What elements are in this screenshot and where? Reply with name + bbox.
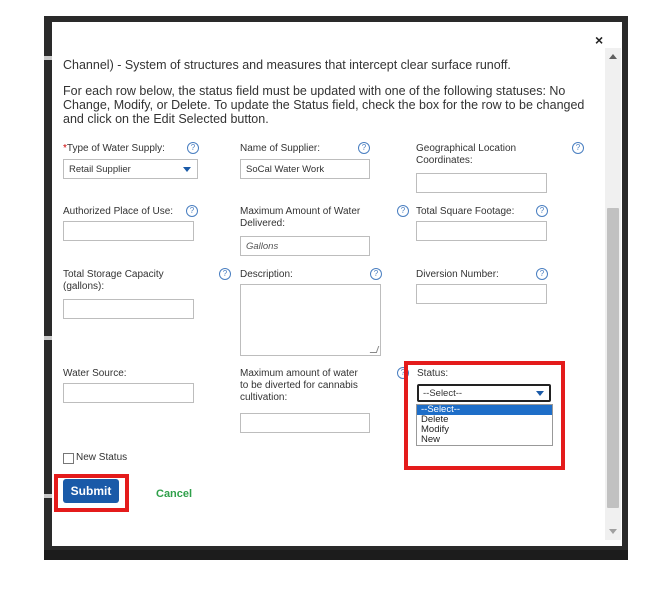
name-of-supplier-label: Name of Supplier: bbox=[240, 143, 321, 154]
help-icon[interactable]: ? bbox=[370, 268, 382, 280]
geo-location-label: Geographical Location Coordinates: bbox=[416, 143, 517, 166]
max-amount-cannabis-label: Maximum amount of water to be diverted f… bbox=[240, 368, 358, 403]
water-source-label: Water Source: bbox=[63, 368, 127, 379]
authorized-place-input[interactable] bbox=[63, 221, 194, 241]
new-status-checkbox[interactable] bbox=[63, 453, 74, 464]
help-icon[interactable]: ? bbox=[187, 142, 199, 154]
name-of-supplier-input[interactable]: SoCal Water Work bbox=[240, 159, 370, 179]
scroll-down-arrow-icon[interactable] bbox=[609, 529, 617, 534]
diversion-number-label: Diversion Number: bbox=[416, 269, 499, 280]
status-highlight-box bbox=[404, 361, 565, 470]
chevron-down-icon bbox=[183, 167, 191, 172]
help-icon[interactable]: ? bbox=[219, 268, 231, 280]
help-icon[interactable]: ? bbox=[358, 142, 370, 154]
total-storage-capacity-label: Total Storage Capacity (gallons): bbox=[63, 269, 164, 292]
modal-dialog: × Channel) - System of structures and me… bbox=[52, 22, 622, 546]
water-source-input[interactable] bbox=[63, 383, 194, 403]
intro-text: Channel) - System of structures and meas… bbox=[63, 58, 511, 72]
close-icon[interactable]: × bbox=[595, 32, 603, 48]
scroll-up-arrow-icon[interactable] bbox=[609, 54, 617, 59]
max-amount-cannabis-input[interactable] bbox=[240, 413, 370, 433]
instruction-text: For each row below, the status field mus… bbox=[63, 84, 585, 126]
max-amount-delivered-input[interactable]: Gallons bbox=[240, 236, 370, 256]
help-icon[interactable]: ? bbox=[536, 205, 548, 217]
diversion-number-input[interactable] bbox=[416, 284, 547, 304]
total-storage-capacity-input[interactable] bbox=[63, 299, 194, 319]
scroll-thumb[interactable] bbox=[607, 208, 619, 508]
help-icon[interactable]: ? bbox=[186, 205, 198, 217]
description-textarea[interactable] bbox=[240, 284, 381, 356]
modal-scrollbar[interactable] bbox=[605, 48, 621, 540]
type-of-water-supply-label: *Type of Water Supply: bbox=[63, 143, 165, 154]
max-amount-delivered-label: Maximum Amount of Water Delivered: bbox=[240, 206, 361, 229]
background-bottom-bar bbox=[44, 550, 628, 560]
new-status-label: New Status bbox=[76, 452, 128, 463]
help-icon[interactable]: ? bbox=[572, 142, 584, 154]
help-icon[interactable]: ? bbox=[397, 205, 409, 217]
description-label: Description: bbox=[240, 269, 293, 280]
type-of-water-supply-select[interactable]: Retail Supplier bbox=[63, 159, 198, 179]
total-square-footage-input[interactable] bbox=[416, 221, 547, 241]
total-square-footage-label: Total Square Footage: bbox=[416, 206, 515, 217]
authorized-place-label: Authorized Place of Use: bbox=[63, 206, 174, 217]
cancel-link[interactable]: Cancel bbox=[156, 488, 192, 500]
submit-highlight-box bbox=[54, 474, 129, 512]
help-icon[interactable]: ? bbox=[536, 268, 548, 280]
resize-grip-icon[interactable] bbox=[369, 346, 380, 353]
geo-location-input[interactable] bbox=[416, 173, 547, 193]
